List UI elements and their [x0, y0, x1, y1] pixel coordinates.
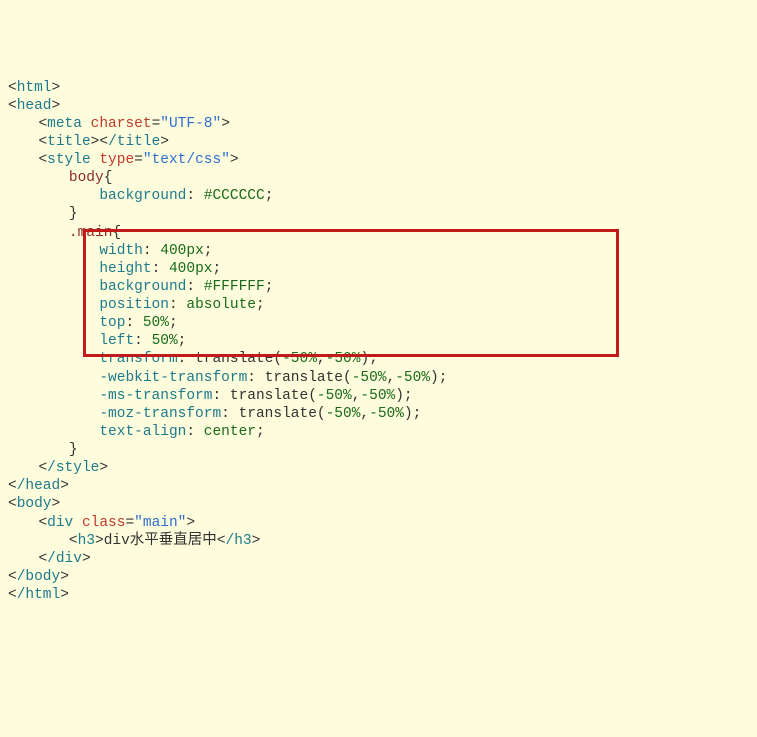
code-line: }	[8, 206, 78, 222]
code-block: <html> <head> <meta charset="UTF-8"> <ti…	[8, 79, 749, 605]
code-line: -webkit-transform: translate(-50%,-50%);	[8, 370, 447, 386]
code-line: <style type="text/css">	[8, 152, 239, 168]
code-line: <html>	[8, 80, 60, 96]
code-line: text-align: center;	[8, 424, 265, 440]
code-line: -ms-transform: translate(-50%,-50%);	[8, 388, 413, 404]
code-line: </div>	[8, 551, 91, 567]
code-line: }	[8, 442, 78, 458]
code-line: background: #CCCCCC;	[8, 188, 273, 204]
code-line: <div class="main">	[8, 515, 195, 531]
code-line: </style>	[8, 460, 108, 476]
code-line: <title></title>	[8, 134, 169, 150]
code-line: left: 50%;	[8, 333, 186, 349]
code-line: background: #FFFFFF;	[8, 279, 273, 295]
code-line: .main{	[8, 225, 121, 241]
code-line: width: 400px;	[8, 243, 212, 259]
code-line: transform: translate(-50%,-50%);	[8, 351, 378, 367]
code-line: top: 50%;	[8, 315, 178, 331]
code-line: height: 400px;	[8, 261, 221, 277]
code-line: <body>	[8, 496, 60, 512]
code-line: position: absolute;	[8, 297, 265, 313]
code-line: <meta charset="UTF-8">	[8, 116, 230, 132]
code-line: -moz-transform: translate(-50%,-50%);	[8, 406, 421, 422]
code-line: body{	[8, 170, 112, 186]
code-line: <head>	[8, 98, 60, 114]
code-line: </html>	[8, 587, 69, 603]
code-line: <h3>div水平垂直居中</h3>	[8, 533, 260, 549]
code-line: </head>	[8, 478, 69, 494]
code-line: </body>	[8, 569, 69, 585]
